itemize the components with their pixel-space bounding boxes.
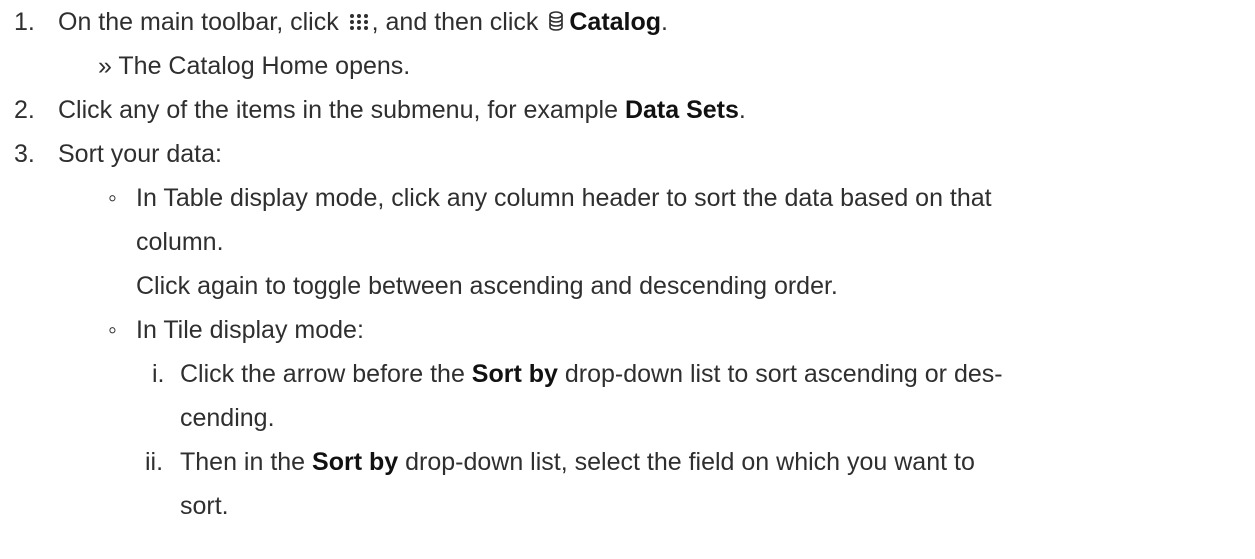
step-number: 2.	[14, 96, 35, 124]
grid-dots-icon	[348, 2, 370, 42]
step-text: , and then click	[371, 8, 546, 36]
catalog-term: Catalog	[569, 8, 662, 36]
bullet-text: In Tile display mode:	[136, 316, 364, 344]
substep-ii-cont: sort.	[180, 492, 229, 520]
substep-number: ii.	[145, 448, 164, 476]
step-text: Sort your data:	[58, 140, 222, 168]
bullet-glyph: ◦	[108, 316, 117, 344]
substep-i-cont: cending.	[180, 404, 275, 432]
bullet-glyph: ◦	[108, 184, 117, 212]
substep-text: drop-down list to sort ascending or des-	[557, 360, 1003, 388]
step-text: On the main toolbar, click	[58, 8, 346, 36]
database-icon	[549, 3, 564, 43]
substep-text: drop-down list, select the field on whic…	[398, 448, 975, 476]
data-sets-term: Data Sets	[624, 96, 739, 124]
substep-text: Click the arrow before the	[180, 360, 472, 388]
sort-by-term: Sort by	[312, 448, 399, 476]
step-1: 1. On the main toolbar, click , and then …	[14, 2, 668, 43]
step-number: 3.	[14, 140, 35, 168]
substep-text: Then in the	[180, 448, 313, 476]
bullet-text: In Table display mode, click any column …	[136, 184, 992, 212]
substep-number: i.	[152, 360, 165, 388]
step-number: 1.	[14, 8, 35, 36]
bullet-table-mode: ◦ In Table display mode, click any column…	[108, 178, 992, 218]
step-text: .	[738, 96, 746, 124]
substep-i: i. Click the arrow before the Sort by dro…	[152, 354, 1003, 394]
step-1-result: » The Catalog Home opens.	[98, 52, 411, 80]
step-text: Click any of the items in the submenu, f…	[58, 96, 625, 124]
step-text: .	[661, 8, 668, 36]
bullet-table-mode-cont: column.	[136, 228, 224, 256]
step-3: 3. Sort your data:	[14, 134, 222, 174]
step-2: 2. Click any of the items in the submenu,…	[14, 90, 746, 130]
bullet-table-mode-note: Click again to toggle between ascending …	[136, 272, 838, 300]
bullet-tile-mode: ◦ In Tile display mode:	[108, 310, 364, 350]
sort-by-term: Sort by	[471, 360, 558, 388]
document-page: 1. On the main toolbar, click , and then …	[0, 0, 1255, 559]
substep-ii: ii. Then in the Sort by drop-down list, s…	[145, 442, 975, 482]
